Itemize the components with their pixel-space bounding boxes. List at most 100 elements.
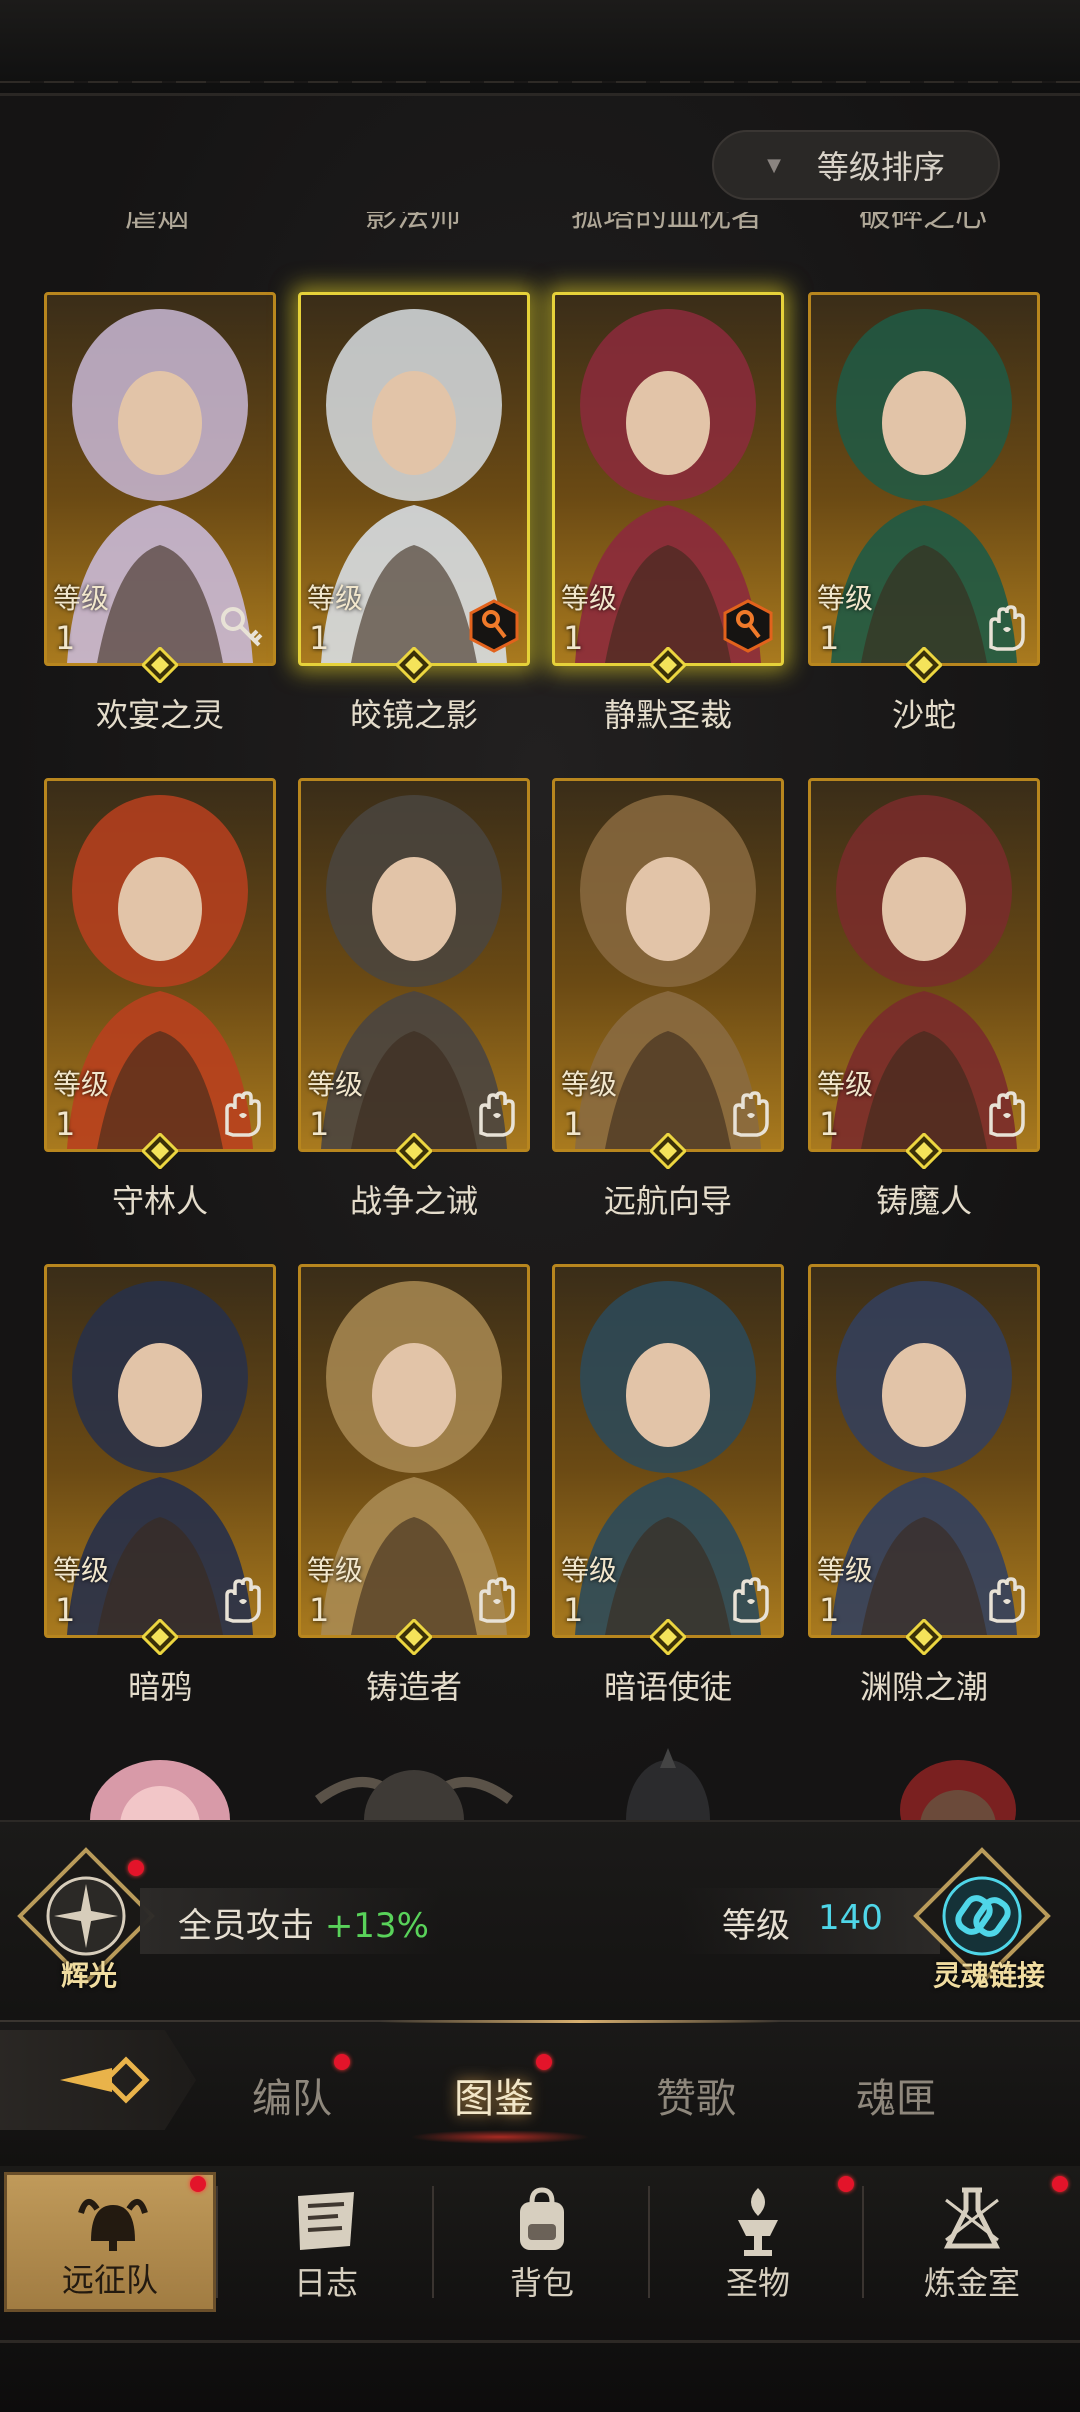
peek-hero-portrait[interactable] <box>552 1730 784 1820</box>
tab-notification-dot <box>536 2054 552 2070</box>
hero-card[interactable]: 等级 1 <box>44 778 276 1171</box>
hero-card[interactable]: 等级 1 <box>44 292 276 685</box>
hero-level-label: 等级 <box>817 1554 874 1587</box>
hand-icon <box>467 1571 521 1625</box>
nav-separator <box>862 2186 864 2298</box>
nav-item[interactable]: 圣物 <box>652 2172 864 2312</box>
hero-level-label: 等级 <box>53 1068 110 1101</box>
hero-card[interactable]: 等级 1 <box>298 1264 530 1657</box>
nav-item[interactable]: 背包 <box>436 2172 648 2312</box>
hero-level-value: 1 <box>309 1591 330 1629</box>
hero-card[interactable]: 等级 1 <box>552 778 784 1171</box>
peek-hero-portrait[interactable] <box>298 1730 530 1820</box>
hero-level-label: 等级 <box>561 582 618 615</box>
hero-level-label: 等级 <box>307 582 364 615</box>
back-arrow-icon <box>60 2056 150 2104</box>
diamond-gem-icon <box>140 1131 180 1171</box>
hero-name: 战争之诫 <box>349 1182 478 1220</box>
peek-hero-portrait[interactable] <box>44 1730 276 1820</box>
hero-level-label: 等级 <box>307 1554 364 1587</box>
nav-label: 炼金室 <box>923 2264 1020 2302</box>
key-icon <box>213 599 267 653</box>
hero-card[interactable]: 等级 1 <box>298 778 530 1171</box>
hero-level-label: 等级 <box>817 582 874 615</box>
hero-name: 皎镜之影 <box>349 696 478 734</box>
diamond-gem-icon <box>648 1617 688 1657</box>
hero-name: 渊隙之潮 <box>859 1668 988 1706</box>
hero-level-value: 1 <box>819 619 840 657</box>
hero-card[interactable]: 等级 1 <box>808 292 1040 685</box>
hero-level-label: 等级 <box>53 582 110 615</box>
scrolled-row-names: 虐烟 影法师 孤塔的血枕者 破碎之心 <box>0 212 1080 242</box>
orange-key-badge-icon <box>721 599 775 653</box>
hand-icon <box>977 1085 1031 1139</box>
peek-hero-portrait[interactable] <box>808 1730 1040 1820</box>
hero-name: 欢宴之灵 <box>95 696 224 734</box>
hand-icon <box>977 599 1031 653</box>
diamond-gem-icon <box>904 645 944 685</box>
dropdown-triangle-icon: ▼ <box>767 154 781 176</box>
cut-hero-name: 影法师 <box>364 212 461 234</box>
hero-level-value: 1 <box>55 1105 76 1143</box>
diamond-gem-icon <box>648 1131 688 1171</box>
total-level-strip <box>680 1888 940 1954</box>
hand-icon <box>213 1571 267 1625</box>
nav-label: 圣物 <box>725 2264 790 2302</box>
hero-name: 暗语使徒 <box>603 1668 732 1706</box>
nav-item[interactable]: 远征队 <box>4 2172 216 2312</box>
sort-by-level-button[interactable]: ▼ 等级排序 <box>712 130 1000 200</box>
hero-level-value: 1 <box>55 1591 76 1629</box>
diamond-gem-icon <box>140 645 180 685</box>
active-tab-glow <box>410 2130 590 2144</box>
hero-level-value: 1 <box>563 619 584 657</box>
hero-level-value: 1 <box>55 619 76 657</box>
radiance-notification-dot <box>128 1860 144 1876</box>
hero-level-value: 1 <box>563 1591 584 1629</box>
radiance-label: 辉光 <box>60 1959 117 1992</box>
soul-link-label: 灵魂链接 <box>932 1959 1045 1992</box>
cut-hero-name: 破碎之心 <box>858 212 987 234</box>
diamond-gem-icon <box>394 645 434 685</box>
hero-name: 铸魔人 <box>875 1182 972 1220</box>
sort-label: 等级排序 <box>816 148 945 186</box>
hand-icon <box>467 1085 521 1139</box>
nav-item[interactable]: 炼金室 <box>866 2172 1078 2312</box>
hero-name: 守林人 <box>111 1182 208 1220</box>
tab-item[interactable]: 图鉴 <box>424 2066 564 2124</box>
hero-level-value: 1 <box>563 1105 584 1143</box>
tab-item[interactable]: 赞歌 <box>626 2066 766 2124</box>
hero-level-label: 等级 <box>561 1068 618 1101</box>
hero-level-label: 等级 <box>307 1068 364 1101</box>
diamond-gem-icon <box>904 1131 944 1171</box>
hero-card[interactable]: 等级 1 <box>552 1264 784 1657</box>
tab-item[interactable]: 编队 <box>222 2066 362 2124</box>
nav-separator <box>432 2186 434 2298</box>
hand-icon <box>721 1085 775 1139</box>
hero-name: 沙蛇 <box>891 696 956 734</box>
top-ornament-bar <box>0 0 1080 96</box>
hero-card[interactable]: 等级 1 <box>808 778 1040 1171</box>
cut-hero-name: 孤塔的血枕者 <box>570 212 763 234</box>
nav-notification-dot <box>1052 2176 1068 2192</box>
back-button[interactable] <box>0 2030 196 2130</box>
diamond-gem-icon <box>140 1617 180 1657</box>
tab-item[interactable]: 魂匣 <box>826 2066 966 2124</box>
hero-card[interactable]: 等级 1 <box>298 292 530 685</box>
orange-key-badge-icon <box>467 599 521 653</box>
nav-item[interactable]: 日志 <box>220 2172 432 2312</box>
cut-hero-name: 虐烟 <box>124 212 189 234</box>
diamond-gem-icon <box>394 1617 434 1657</box>
diamond-gem-icon <box>904 1617 944 1657</box>
nav-label: 日志 <box>293 2264 358 2302</box>
hand-icon <box>213 1085 267 1139</box>
nav-label: 远征队 <box>61 2261 158 2299</box>
hero-level-value: 1 <box>309 619 330 657</box>
nav-separator <box>648 2186 650 2298</box>
hero-card[interactable]: 等级 1 <box>808 1264 1040 1657</box>
total-level-label: 等级 <box>722 1906 790 1946</box>
hero-card[interactable]: 等级 1 <box>552 292 784 685</box>
hero-name: 远航向导 <box>603 1182 732 1220</box>
hero-card[interactable]: 等级 1 <box>44 1264 276 1657</box>
nav-separator <box>216 2186 218 2298</box>
nav-notification-dot <box>838 2176 854 2192</box>
